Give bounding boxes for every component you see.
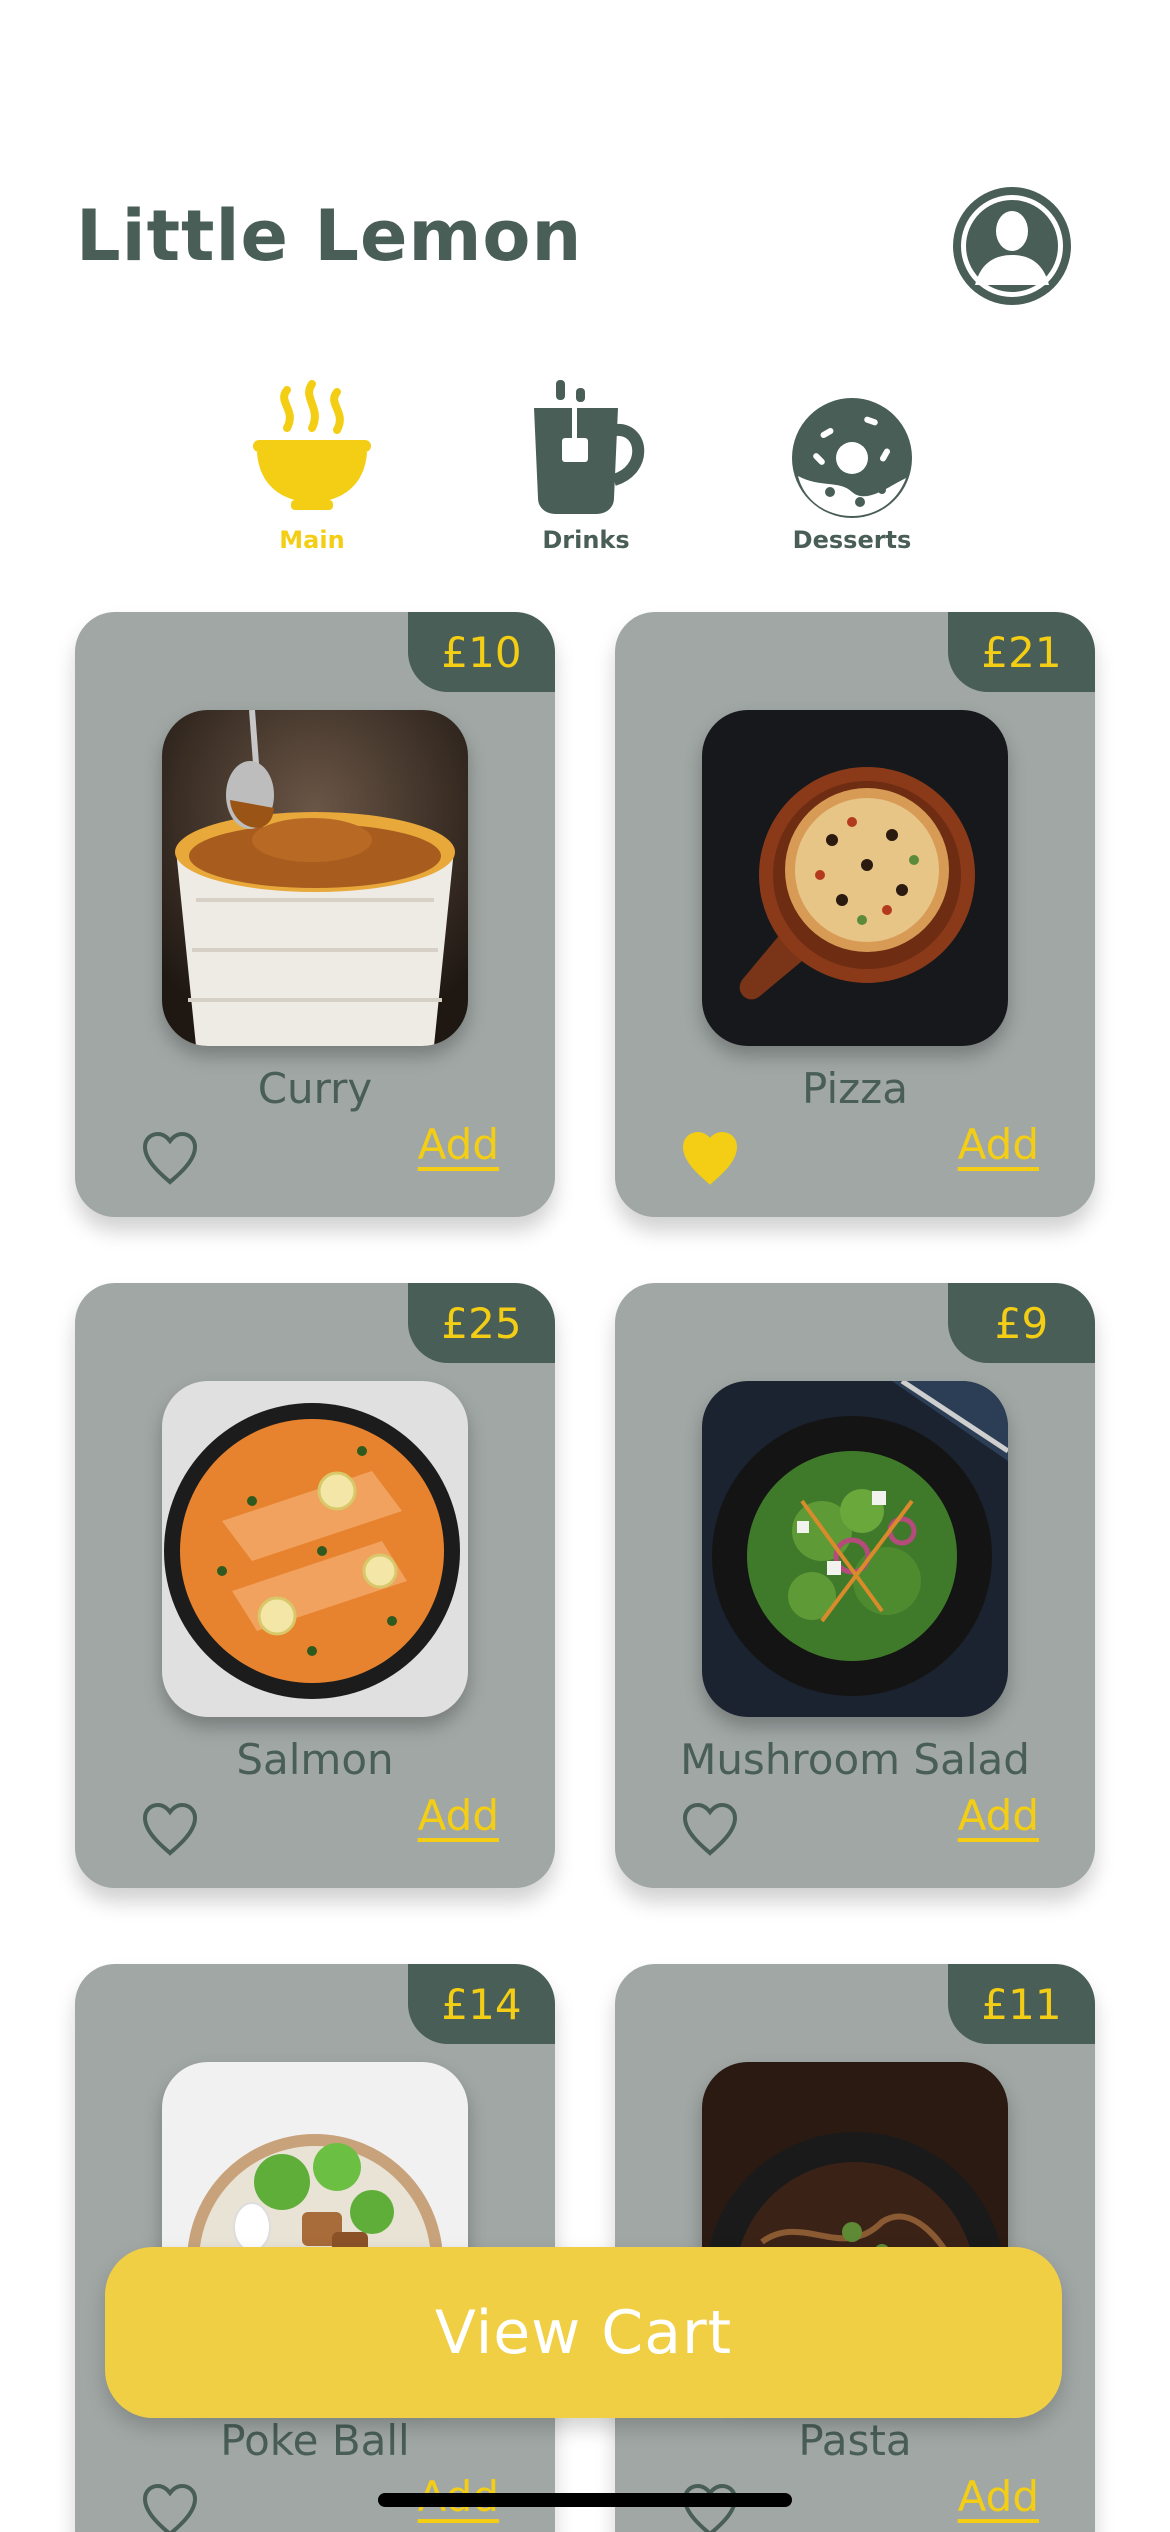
add-button[interactable]: Add xyxy=(418,1791,499,1840)
donut-icon xyxy=(762,370,942,520)
app-title: Little Lemon xyxy=(76,195,583,277)
favorite-button[interactable] xyxy=(141,1801,199,1857)
favorite-button[interactable] xyxy=(141,1130,199,1186)
add-button[interactable]: Add xyxy=(958,1120,1039,1169)
tab-desserts[interactable]: Desserts xyxy=(762,370,942,554)
favorite-button[interactable] xyxy=(681,2482,739,2532)
heart-outline-icon xyxy=(142,1131,198,1185)
mug-icon xyxy=(496,370,676,520)
price-badge: £11 xyxy=(948,1964,1095,2044)
tab-main[interactable]: Main xyxy=(222,370,402,554)
add-button[interactable]: Add xyxy=(958,2472,1039,2521)
tab-drinks[interactable]: Drinks xyxy=(496,370,676,554)
person-icon xyxy=(961,195,1063,297)
heart-outline-icon xyxy=(682,2483,738,2532)
tab-desserts-label: Desserts xyxy=(792,526,912,554)
dish-name: Curry xyxy=(257,1064,373,1113)
price-badge: £25 xyxy=(408,1283,555,1363)
heart-filled-icon xyxy=(682,1131,738,1185)
tab-main-label: Main xyxy=(279,526,345,554)
favorite-button[interactable] xyxy=(681,1130,739,1186)
mushroom-salad-image xyxy=(702,1381,1008,1717)
add-button[interactable]: Add xyxy=(958,1791,1039,1840)
dish-name: Mushroom Salad xyxy=(680,1735,1030,1784)
price-badge: £10 xyxy=(408,612,555,692)
price-badge: £21 xyxy=(948,612,1095,692)
dish-name: Pasta xyxy=(798,2416,912,2465)
heart-outline-icon xyxy=(142,1802,198,1856)
bowl-icon xyxy=(222,370,402,520)
pizza-image xyxy=(702,710,1008,1046)
menu-card[interactable]: £9 Mushroom Salad Add xyxy=(615,1283,1095,1888)
favorite-button[interactable] xyxy=(681,1801,739,1857)
favorite-button[interactable] xyxy=(141,2482,199,2532)
home-indicator[interactable] xyxy=(378,2493,792,2507)
tab-drinks-label: Drinks xyxy=(542,526,630,554)
dish-name: Poke Ball xyxy=(220,2416,410,2465)
menu-card[interactable]: £10 Curry Add xyxy=(75,612,555,1217)
profile-avatar-button[interactable] xyxy=(953,187,1071,305)
screen: Little Lemon Main Drinks Desserts £10 Cu… xyxy=(0,0,1170,2532)
curry-image xyxy=(162,710,468,1046)
view-cart-button[interactable]: View Cart xyxy=(105,2247,1062,2418)
heart-outline-icon xyxy=(682,1802,738,1856)
price-badge: £14 xyxy=(408,1964,555,2044)
dish-name: Salmon xyxy=(236,1735,394,1784)
salmon-image xyxy=(162,1381,468,1717)
heart-outline-icon xyxy=(142,2483,198,2532)
price-badge: £9 xyxy=(948,1283,1095,1363)
menu-card[interactable]: £21 Pizza Add xyxy=(615,612,1095,1217)
add-button[interactable]: Add xyxy=(418,1120,499,1169)
menu-card[interactable]: £25 Salmon Add xyxy=(75,1283,555,1888)
dish-name: Pizza xyxy=(802,1064,908,1113)
